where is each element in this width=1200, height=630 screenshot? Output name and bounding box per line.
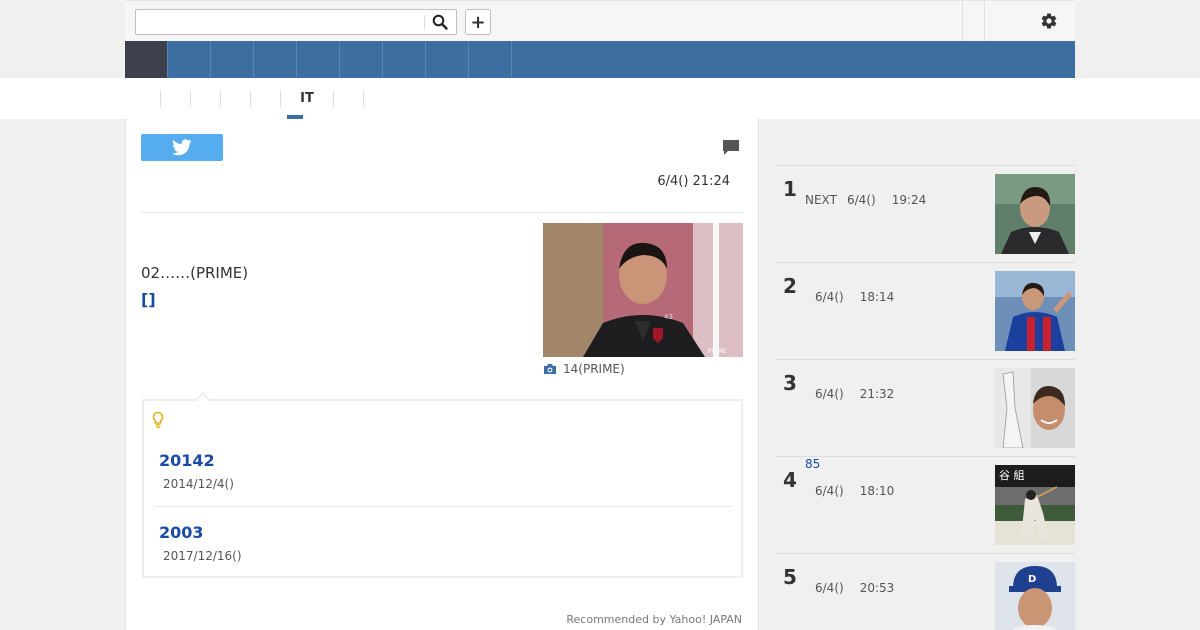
divider — [141, 212, 743, 213]
related-article-link[interactable]: 20142 — [159, 451, 215, 470]
rank-date: 6/4() — [815, 581, 844, 595]
related-article-date: 2017/12/16() — [163, 549, 242, 563]
rank-time: 18:14 — [859, 290, 895, 304]
rank-meta: 6/4() 19:24 — [847, 193, 926, 207]
rank-date: 6/4() — [815, 484, 844, 498]
rank-meta: 6/4() 20:53 — [815, 581, 894, 595]
rank-tag: 85 — [805, 457, 821, 471]
subnav-item-active[interactable] — [251, 90, 281, 107]
person-photo-illustration: 43 PRIME — [543, 223, 743, 357]
ranking-panel: 1 NEXT 6/4() 19:24 2 6/4() 18:14 3 6/4()… — [759, 119, 1075, 630]
nav-item[interactable] — [254, 41, 297, 78]
search-icon — [432, 14, 448, 30]
rank-tag: NEXT — [805, 193, 837, 207]
nav-item[interactable] — [297, 41, 340, 78]
rank-number: 5 — [783, 565, 797, 589]
divider — [155, 506, 732, 507]
recommended-by-label: Recommended by Yahoo! JAPAN — [566, 613, 742, 626]
rank-number: 1 — [783, 177, 797, 201]
ranking-item[interactable]: 5 6/4() 20:53 D — [775, 554, 1075, 630]
photo-caption-text: 14(PRIME) — [563, 362, 625, 376]
nav-item[interactable] — [211, 41, 254, 78]
subnav-item[interactable] — [125, 90, 161, 107]
nav-item[interactable] — [168, 41, 211, 78]
plus-icon: + — [470, 11, 486, 33]
article-read-more-link[interactable]: [] — [141, 290, 156, 309]
subnav-item[interactable] — [191, 90, 221, 107]
rank-meta: 6/4() 18:10 — [815, 484, 894, 498]
tweet-button[interactable] — [141, 134, 223, 161]
rank-number: 4 — [783, 468, 797, 492]
subnav-item[interactable] — [161, 90, 191, 107]
header-divider — [984, 1, 985, 41]
nav-item[interactable] — [426, 41, 469, 78]
related-article-link[interactable]: 2003 — [159, 523, 204, 542]
rank-date: 6/4() — [815, 387, 844, 401]
rank-date: 6/4() — [815, 290, 844, 304]
ranking-item[interactable]: 3 6/4() 21:32 — [775, 360, 1075, 457]
rank-number: 2 — [783, 274, 797, 298]
photo-watermark: PRIME — [708, 348, 727, 355]
subnav-item[interactable] — [334, 90, 364, 107]
search-input[interactable] — [136, 10, 424, 34]
callout-notch — [196, 395, 210, 402]
rank-meta: 6/4() 18:14 — [815, 290, 894, 304]
twitter-icon — [172, 139, 192, 156]
rank-thumbnail[interactable] — [995, 271, 1075, 351]
rank-thumbnail[interactable]: 谷 組 — [995, 465, 1075, 545]
header-divider — [962, 1, 963, 41]
search-box — [135, 9, 457, 35]
rank-number: 3 — [783, 371, 797, 395]
rank-date: 6/4() — [847, 193, 876, 207]
main-nav — [125, 41, 1075, 78]
rank-time: 18:10 — [859, 484, 895, 498]
nav-item[interactable] — [340, 41, 383, 78]
article-panel: 6/4() 21:24 02……(PRIME) [] 43 PRIME 14(P… — [125, 119, 759, 630]
settings-button[interactable] — [1034, 7, 1064, 35]
subnav-item[interactable] — [221, 90, 251, 107]
related-articles-box: 20142 2014/12/4() 2003 2017/12/16() — [142, 392, 743, 578]
ranking-item[interactable]: 1 NEXT 6/4() 19:24 — [775, 166, 1075, 263]
rank-meta: 6/4() 21:32 — [815, 387, 894, 401]
ranking-item[interactable]: 2 6/4() 18:14 — [775, 263, 1075, 360]
category-subnav: IT — [0, 78, 1200, 119]
photo-caption[interactable]: 14(PRIME) — [543, 362, 625, 376]
rank-time: 21:32 — [859, 387, 895, 401]
search-button[interactable] — [424, 10, 456, 34]
nav-item[interactable] — [383, 41, 426, 78]
subnav-item-it[interactable]: IT — [281, 90, 334, 107]
article-lead-text: 02……(PRIME) — [141, 264, 249, 282]
gear-icon — [1041, 13, 1057, 29]
rank-thumbnail[interactable] — [995, 368, 1075, 448]
article-photo[interactable]: 43 PRIME — [543, 223, 743, 357]
cap-logo: D — [1028, 574, 1036, 585]
nav-item-home[interactable] — [125, 41, 168, 78]
lightbulb-icon — [152, 411, 164, 433]
related-article-date: 2014/12/4() — [163, 477, 234, 491]
rank-thumbnail[interactable]: D — [995, 562, 1075, 630]
article-date: 6/4() 21:24 — [657, 174, 730, 189]
scoreboard-text: 谷 組 — [999, 469, 1025, 482]
top-header: + — [125, 0, 1075, 41]
add-button[interactable]: + — [465, 9, 491, 35]
ranking-item[interactable]: 4 85 6/4() 18:10 谷 組 — [775, 457, 1075, 554]
comment-icon[interactable] — [722, 139, 740, 160]
nav-item[interactable] — [469, 41, 512, 78]
rank-time: 20:53 — [859, 581, 895, 595]
camera-icon — [544, 364, 556, 374]
rank-time: 19:24 — [891, 193, 927, 207]
svg-text:43: 43 — [664, 313, 673, 321]
rank-thumbnail[interactable] — [995, 174, 1075, 254]
